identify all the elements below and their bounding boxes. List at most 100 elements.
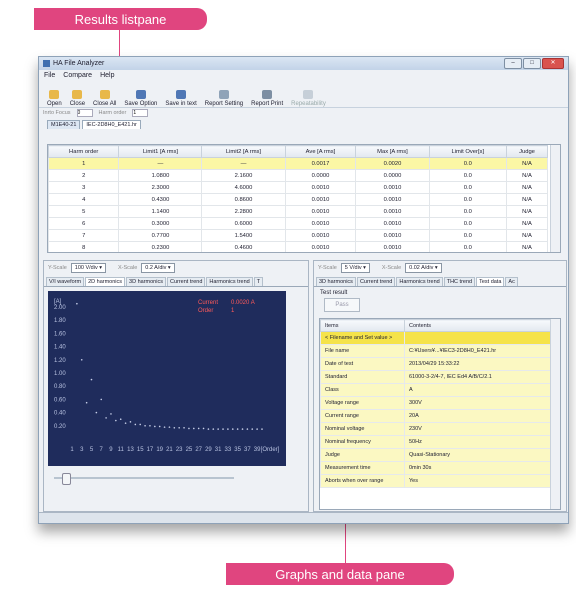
data-tab-3[interactable]: THC trend — [443, 277, 476, 286]
graph-tab-1[interactable]: 2D harmonics — [85, 277, 126, 286]
data-point — [241, 428, 244, 430]
table-cell: 0.0010 — [355, 229, 430, 242]
results-col-4[interactable]: Max [A rms] — [355, 145, 430, 158]
list-item[interactable]: < Filename and Set value > — [320, 331, 554, 345]
minimize-icon[interactable]: – — [504, 58, 522, 69]
data-point — [236, 428, 239, 430]
right-y-scale-select[interactable]: 5 V/div ▾ — [340, 263, 370, 273]
x-tick-label: 23 — [176, 447, 183, 453]
item-cell: Current range — [320, 409, 405, 423]
results-col-0[interactable]: Harm order — [48, 145, 120, 158]
table-cell: 0.7700 — [118, 229, 203, 242]
item-cell: Judge — [320, 448, 405, 462]
table-row[interactable]: 8 0.2300 0.4600 0.0010 0.0010 0.0 N/A — [48, 241, 548, 252]
table-cell: 5 — [48, 205, 120, 218]
content-cell — [404, 331, 554, 345]
open-button[interactable]: Open — [43, 90, 66, 107]
list-item[interactable]: Nominal frequency 50Hz — [320, 435, 554, 449]
callout-graphs-data-pane: Graphs and data pane — [226, 563, 454, 585]
list-item[interactable]: Judge Quasi-Stationary — [320, 448, 554, 462]
results-col-1[interactable]: Limit1 [A rms] — [118, 145, 203, 158]
table-row[interactable]: 4 0.4300 0.8600 0.0010 0.0010 0.0 N/A — [48, 193, 548, 206]
data-tab-5[interactable]: Ac — [505, 277, 518, 286]
menu-file[interactable]: File — [44, 72, 55, 79]
graph-tab-5[interactable]: T — [253, 277, 264, 286]
list-item[interactable]: Standard 61000-3-2/4-7, IEC Ed4 A/B/C/2.1 — [320, 370, 554, 384]
x-tick-label: 15 — [137, 447, 144, 453]
report-print-button[interactable]: Report Print — [247, 90, 287, 107]
list-item[interactable]: Date of test 2013/04/29 15:33:22 — [320, 357, 554, 371]
table-row[interactable]: 2 1.0800 2.1600 0.0000 0.0000 0.0 N/A — [48, 169, 548, 182]
harm-order-input[interactable] — [132, 109, 149, 117]
file-tab-2[interactable]: IEC-2D8H0_E421.hr — [82, 120, 141, 129]
inrto-focus-input[interactable] — [76, 109, 93, 117]
data-tabs: 3D harmonics Current trend Harmonics trend… — [314, 275, 566, 287]
results-col-6[interactable]: Judge — [506, 145, 548, 158]
x-tick-label: 7 — [100, 447, 104, 453]
graph-tab-3[interactable]: Current trend — [166, 277, 206, 286]
table-row[interactable]: 5 1.1400 2.2800 0.0010 0.0010 0.0 N/A — [48, 205, 548, 218]
legend-order-value: 1 — [231, 308, 235, 314]
data-tab-4[interactable]: Test data — [476, 277, 505, 286]
data-pane: Y-Scale 5 V/div ▾ X-Scale 0.02 A/div ▾ 3… — [313, 260, 567, 512]
table-row[interactable]: 7 0.7700 1.5400 0.0010 0.0010 0.0 N/A — [48, 229, 548, 242]
col-contents[interactable]: Contents — [404, 319, 554, 332]
y-scale-select[interactable]: 100 V/div ▾ — [70, 263, 106, 273]
table-cell: 0.6000 — [201, 217, 286, 230]
col-items[interactable]: Items — [320, 319, 405, 332]
data-point — [188, 427, 190, 430]
list-item[interactable]: Nominal voltage 230V — [320, 422, 554, 436]
menu-compare[interactable]: Compare — [63, 72, 92, 79]
test-data-scrollbar[interactable] — [550, 319, 560, 509]
data-point — [139, 423, 142, 426]
table-row[interactable]: 3 2.3000 4.6000 0.0010 0.0010 0.0 N/A — [48, 181, 548, 194]
results-col-5[interactable]: Limit Over[s] — [428, 145, 508, 158]
data-tab-0[interactable]: 3D harmonics — [316, 277, 356, 286]
content-cell: 20A — [404, 409, 554, 423]
graph-tab-0[interactable]: V/I waveform — [46, 277, 85, 286]
list-item[interactable]: Aborts when over range Yes — [320, 474, 554, 488]
table-cell: 0.0010 — [284, 205, 357, 218]
save-option-button[interactable]: Save Option — [120, 90, 161, 107]
graph-tab-4[interactable]: Harmonics trend — [206, 277, 253, 286]
results-scrollbar[interactable] — [550, 145, 560, 252]
list-item[interactable]: File name C:¥Users¥...¥IEC3-2D8H0_E421.hr — [320, 344, 554, 358]
report-setting-button[interactable]: Report Setting — [201, 90, 247, 107]
save-in-text-button[interactable]: Save in text — [161, 90, 200, 107]
table-row[interactable]: 1— —0.0017 0.0020 0.0 N/A — [48, 157, 548, 170]
list-item[interactable]: Voltage range 300V — [320, 396, 554, 410]
maximize-icon[interactable]: □ — [523, 58, 541, 69]
results-col-2[interactable]: Limit2 [A rms] — [201, 145, 286, 158]
x-tick-label: 33 — [225, 447, 232, 453]
repeatability-button[interactable]: Repeatability — [287, 90, 330, 107]
table-cell: 0.0000 — [284, 169, 357, 182]
menu-help[interactable]: Help — [100, 72, 114, 79]
list-item[interactable]: Measurement time 0min 30s — [320, 461, 554, 475]
results-col-3[interactable]: Ave [A rms] — [284, 145, 357, 158]
table-cell: 0.0010 — [284, 229, 357, 242]
data-point — [251, 428, 254, 430]
y-tick-label: 1.40 — [54, 345, 66, 351]
close-all-button[interactable]: Close All — [89, 90, 120, 107]
data-point — [90, 378, 93, 381]
item-cell: Date of test — [320, 357, 405, 371]
x-scale-select[interactable]: 0.2 A/div ▾ — [141, 263, 175, 273]
table-row[interactable]: 6 0.3000 0.6000 0.0010 0.0010 0.0 N/A — [48, 217, 548, 230]
y-tick-label: 1.20 — [54, 358, 66, 364]
graph-tab-2[interactable]: 3D harmonics — [126, 277, 166, 286]
close-button[interactable]: Close — [66, 90, 89, 107]
table-cell: 0.0000 — [355, 169, 430, 182]
list-item[interactable]: Class A — [320, 383, 554, 397]
data-tab-2[interactable]: Harmonics trend — [396, 277, 443, 286]
save-option-icon — [135, 90, 146, 99]
data-point — [173, 426, 176, 429]
legend-current-label: Current — [198, 300, 218, 306]
list-item[interactable]: Current range 20A — [320, 409, 554, 423]
data-tab-1[interactable]: Current trend — [356, 277, 396, 286]
right-x-scale-select[interactable]: 0.02 A/div ▾ — [405, 263, 442, 273]
order-slider[interactable] — [54, 473, 234, 485]
slider-thumb[interactable] — [62, 473, 71, 485]
x-tick-label: 37 — [244, 447, 251, 453]
file-tab-1[interactable]: M1E40-21 — [47, 120, 81, 129]
close-icon[interactable]: ✕ — [542, 58, 564, 69]
